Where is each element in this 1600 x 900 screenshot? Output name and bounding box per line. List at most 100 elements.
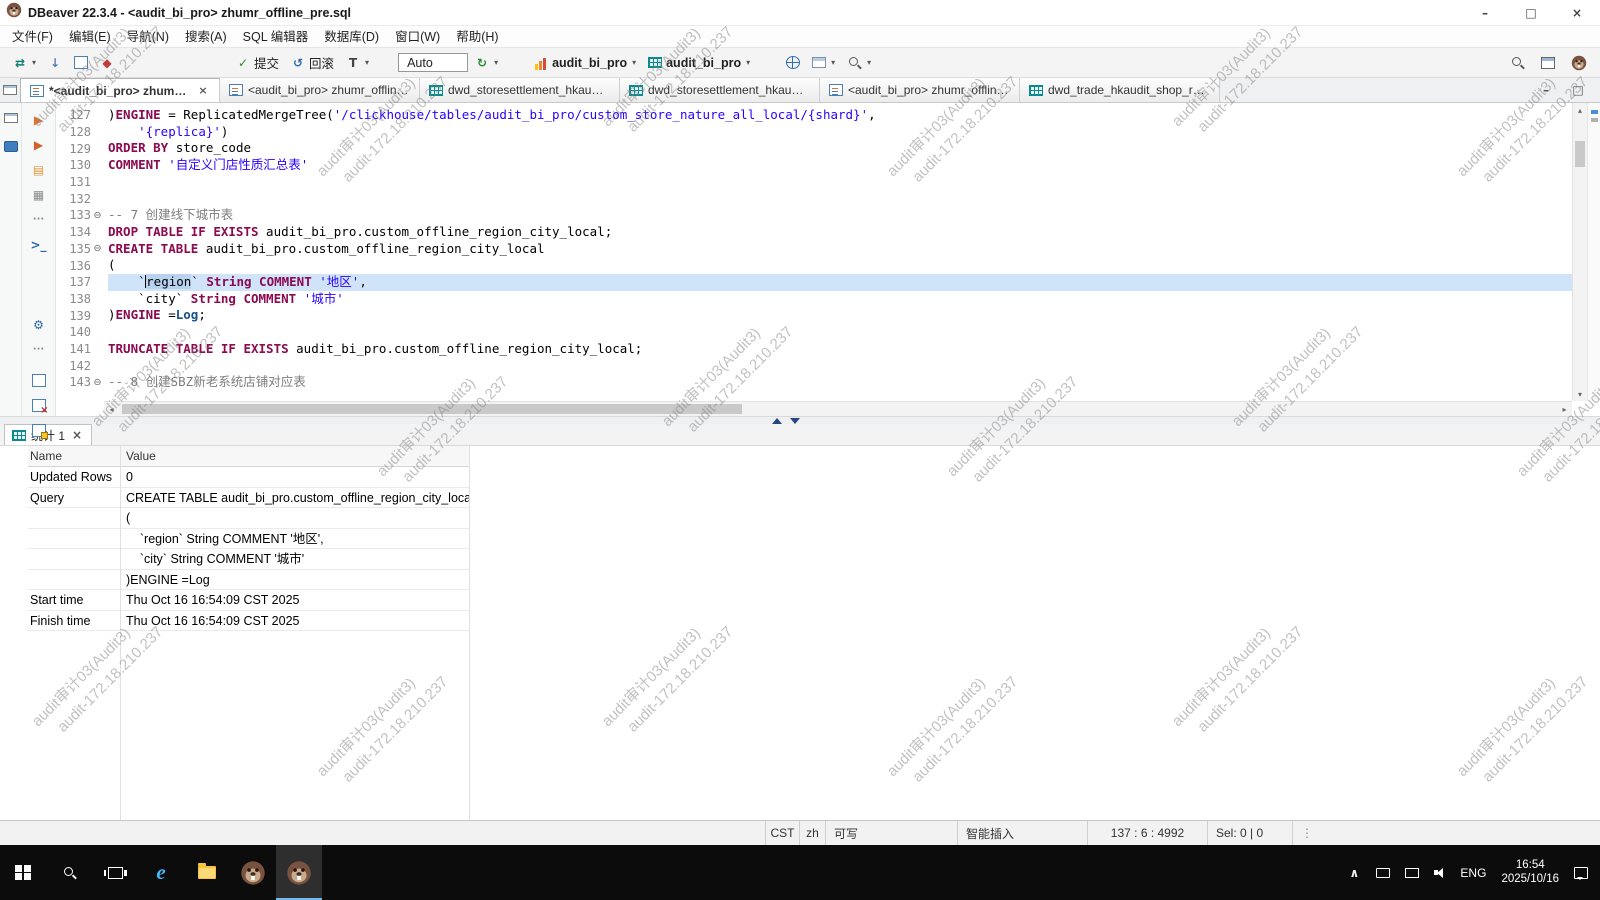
editor-area-button[interactable] [0, 78, 20, 102]
explorer-button[interactable] [184, 845, 230, 900]
minimize-panel-icon[interactable] [790, 418, 800, 424]
chevron-up-button[interactable]: ∧ [1347, 865, 1361, 881]
table-row[interactable]: Finish timeThu Oct 16 16:54:09 CST 2025 [28, 611, 469, 632]
editor-tab[interactable]: dwd_storesettlement_hkaudit_set... [620, 78, 820, 102]
menu-item[interactable]: 编辑(E) [61, 26, 119, 48]
search-taskbar-button[interactable] [46, 845, 92, 900]
fold-collapse-icon: ⊖ [91, 377, 104, 388]
dbeaver-button[interactable] [230, 845, 276, 900]
explain-plan-button[interactable]: ▤ [28, 161, 50, 179]
code-token: Log [176, 307, 199, 322]
scroll-down-icon[interactable]: ▾ [1573, 387, 1587, 401]
table-row[interactable]: QueryCREATE TABLE audit_bi_pro.custom_of… [28, 488, 469, 509]
code-line: TRUNCATE TABLE IF EXISTS audit_bi_pro.cu… [108, 341, 1572, 358]
close-tab-icon: × [196, 83, 210, 99]
vertical-scroll-thumb[interactable] [1575, 141, 1585, 167]
table-row[interactable]: )ENGINE =Log [28, 570, 469, 591]
editor-tab[interactable]: dwd_storesettlement_hkaudit_set... [420, 78, 620, 102]
transaction-mode-button[interactable]: ⇄▾ [8, 52, 41, 74]
menu-item[interactable]: 搜索(A) [177, 26, 235, 48]
maximize-view-button[interactable]: □ [1566, 79, 1590, 101]
column-divider[interactable] [120, 446, 121, 820]
execute-script-button[interactable]: ▶ [28, 136, 50, 154]
keyboard-button[interactable] [1376, 868, 1390, 878]
code-line: `region` String COMMENT '地区', [108, 274, 1572, 291]
ie-button[interactable]: e [138, 845, 184, 900]
editor-tab[interactable]: <audit_bi_pro> zhumr_offline_te... [820, 78, 1020, 102]
search-db-button[interactable]: ▾ [842, 52, 876, 73]
minimize-view-button[interactable]: – [1534, 79, 1558, 101]
dots-button[interactable]: ··· [28, 211, 50, 229]
volume-button[interactable] [1434, 867, 1448, 879]
auto-commit-combo[interactable]: Auto [398, 53, 468, 72]
refresh-button[interactable]: ↻▾ [470, 52, 503, 74]
table-row[interactable]: `region` String COMMENT '地区', [28, 529, 469, 550]
minimize-button[interactable]: – [1462, 0, 1508, 25]
editor-tab[interactable]: <audit_bi_pro> zhumr_offline_a... [220, 78, 420, 102]
menu-item[interactable]: 帮助(H) [448, 26, 506, 48]
panel-splitter[interactable] [0, 416, 1600, 424]
column-header-value[interactable]: Value [120, 446, 469, 466]
schema-button[interactable]: audit_bi_pro▾ [643, 53, 755, 73]
code-area[interactable]: )ENGINE = ReplicatedMergeTree('/clickhou… [104, 103, 1572, 401]
commit-button[interactable]: ✓提交 [231, 50, 284, 75]
scroll-right-icon[interactable]: ▸ [1557, 405, 1572, 414]
gutter[interactable]: 127128129130131132133⊖134135⊖13613713813… [56, 103, 104, 401]
copy-doc-button[interactable] [69, 53, 93, 72]
new-file-button[interactable] [28, 371, 50, 389]
console-button[interactable]: >_ [28, 236, 50, 254]
column-header-name[interactable]: Name [28, 446, 120, 466]
settings-gear-button[interactable]: ⚙ [28, 316, 50, 334]
rollback-button[interactable]: ↺回滚 [286, 50, 339, 75]
close-tab-button[interactable]: × [196, 83, 210, 99]
text-transform-button[interactable]: T▾ [341, 52, 374, 74]
horizontal-scroll-thumb[interactable] [122, 404, 742, 414]
tab-statistics[interactable]: 统计 1 × [4, 424, 92, 445]
table-row[interactable]: Start timeThu Oct 16 16:54:09 CST 2025 [28, 590, 469, 611]
dbeaver-logo[interactable] [1566, 52, 1592, 74]
start-button[interactable] [0, 845, 46, 900]
code-token: ENGINE [116, 307, 161, 322]
close-statistics-tab-slot[interactable]: × [70, 427, 84, 443]
restore-view-button[interactable] [0, 109, 22, 127]
globe-edit-button[interactable] [781, 53, 805, 72]
language-indicator[interactable]: ENG [1460, 866, 1486, 880]
taskview-button[interactable] [92, 845, 138, 900]
vertical-scrollbar[interactable]: ▴ ▾ [1572, 103, 1587, 401]
pin-arrow-button[interactable]: ↓ [43, 52, 67, 74]
menu-item[interactable]: 数据库(D) [316, 26, 387, 48]
taskbar-clock[interactable]: 16:54 2025/10/16 [1501, 859, 1559, 886]
table-row[interactable]: Updated Rows0 [28, 467, 469, 488]
editor-tab[interactable]: *<audit_bi_pro> zhumr_offline_p...× [20, 78, 220, 102]
network-button[interactable] [1405, 868, 1419, 878]
commit-marker-button[interactable]: ◆ [95, 52, 119, 74]
search-button[interactable] [1505, 52, 1530, 73]
menu-item[interactable]: SQL 编辑器 [235, 26, 317, 48]
statusbar-overflow-icon[interactable]: ⋮ [1293, 821, 1313, 845]
er-diagram-button[interactable]: ▾ [807, 54, 840, 71]
table-row[interactable]: ( [28, 508, 469, 529]
action-center-button[interactable] [1574, 867, 1588, 879]
scroll-left-icon[interactable]: ◂ [104, 405, 119, 414]
delete-file-button[interactable] [28, 396, 50, 414]
horizontal-scrollbar[interactable]: ◂ ▸ [104, 401, 1572, 416]
editor-tabbar-tabs: *<audit_bi_pro> zhumr_offline_p...×<audi… [20, 78, 1220, 102]
editor-tab[interactable]: dwd_trade_hkaudit_shop_receipt_... [1020, 78, 1220, 102]
grid-view-button[interactable]: ▦ [28, 186, 50, 204]
perspective-button[interactable] [1536, 54, 1560, 72]
table-row[interactable]: `city` String COMMENT '城市' [28, 549, 469, 570]
dbeaver-button[interactable] [276, 845, 322, 900]
db-navigator-button[interactable] [0, 137, 22, 155]
scroll-up-icon[interactable]: ▴ [1573, 103, 1587, 117]
execute-statement-button[interactable]: ▶ [28, 111, 50, 129]
close-button[interactable]: × [1554, 0, 1600, 25]
maximize-button[interactable]: □ [1508, 0, 1554, 25]
toolbar: ⇄▾↓ ◆ ✓提交↺回滚T▾ Auto↻▾ audit_bi_pro▾audit_bi_… [0, 48, 1600, 78]
connection-button[interactable]: audit_bi_pro▾ [529, 53, 641, 73]
dots-button[interactable]: ··· [28, 341, 50, 359]
menu-item[interactable]: 文件(F) [4, 26, 61, 48]
column-divider[interactable] [469, 446, 470, 820]
menu-item[interactable]: 导航(N) [119, 26, 177, 48]
menu-item[interactable]: 窗口(W) [387, 26, 448, 48]
maximize-panel-icon[interactable] [772, 418, 782, 424]
